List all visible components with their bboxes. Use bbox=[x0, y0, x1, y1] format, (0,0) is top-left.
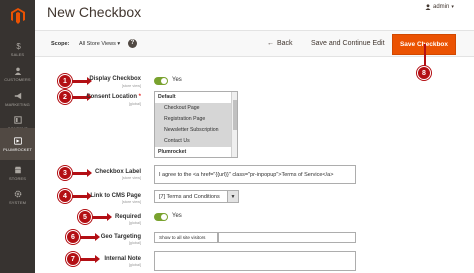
geo-targeting-scope: [global] bbox=[128, 241, 141, 245]
page-actions-bar: Scope: All Store Views ▾ ? ← Back Save a… bbox=[35, 30, 474, 57]
admin-sidebar: $ Sales Customers Marketing Content Plum… bbox=[0, 0, 35, 273]
annotation-number: 8 bbox=[417, 66, 431, 80]
user-icon bbox=[425, 4, 431, 10]
chevron-down-icon: ▾ bbox=[117, 41, 121, 47]
cms-page-scope: [store view] bbox=[121, 200, 141, 204]
cms-page-label: Link to CMS Page bbox=[90, 193, 141, 199]
cms-page-select[interactable]: [7] Terms and Conditions ▼ bbox=[154, 190, 239, 203]
person-icon bbox=[14, 67, 21, 75]
scope-switcher-value: All Store Views bbox=[79, 41, 116, 47]
scrollbar[interactable] bbox=[231, 92, 237, 157]
store-icon bbox=[14, 166, 21, 173]
sidebar-item-plumrocket[interactable]: Plumrocket bbox=[0, 128, 35, 160]
save-and-continue-button[interactable]: Save and Continue Edit bbox=[311, 40, 385, 47]
back-button-label: Back bbox=[277, 40, 293, 47]
consent-location-scope: [global] bbox=[128, 102, 141, 106]
optgroup-plumrocket: Plumrocket bbox=[158, 149, 187, 155]
sidebar-item-label: Sales bbox=[10, 51, 25, 57]
consent-location-multiselect[interactable]: Default Checkout Page Registration Page … bbox=[154, 91, 238, 158]
option-checkout-page[interactable]: Checkout Page bbox=[155, 103, 237, 114]
required-scope: [global] bbox=[128, 221, 141, 225]
internal-note-label: Internal Note bbox=[104, 256, 141, 262]
sidebar-item-label: Marketing bbox=[5, 101, 30, 107]
back-button[interactable]: ← Back bbox=[267, 40, 293, 47]
plumrocket-icon bbox=[13, 136, 22, 145]
megaphone-icon bbox=[14, 92, 21, 99]
annotation-connector bbox=[424, 44, 426, 66]
sidebar-item-label: Customers bbox=[4, 76, 31, 82]
required-toggle[interactable] bbox=[154, 213, 168, 221]
geo-targeting-countries-input[interactable] bbox=[218, 232, 356, 243]
display-checkbox-toggle[interactable] bbox=[154, 77, 168, 85]
svg-text:$: $ bbox=[16, 42, 21, 50]
layout-icon bbox=[13, 115, 22, 124]
admin-username: admin bbox=[433, 4, 450, 10]
checkbox-label-input[interactable]: I agree to the <a href="{{url}}" class="… bbox=[154, 165, 356, 184]
geo-targeting-label: Geo Targeting bbox=[100, 234, 141, 240]
chevron-down-icon: ▼ bbox=[227, 191, 238, 202]
arrow-left-icon: ← bbox=[267, 40, 274, 47]
sidebar-item-system[interactable]: System bbox=[0, 181, 35, 213]
admin-user-menu[interactable]: admin ▾ bbox=[425, 4, 454, 10]
help-icon[interactable]: ? bbox=[128, 39, 137, 48]
checkbox-label-label: Checkbox Label bbox=[94, 169, 141, 175]
scrollbar-thumb[interactable] bbox=[233, 100, 237, 130]
option-registration-page[interactable]: Registration Page bbox=[155, 114, 237, 125]
page-title: New Checkbox bbox=[47, 4, 142, 20]
sidebar-item-label: Plumrocket bbox=[3, 146, 32, 152]
gear-icon bbox=[14, 190, 21, 197]
magento-logo-icon[interactable] bbox=[0, 0, 35, 32]
required-value: Yes bbox=[172, 213, 182, 219]
required-label: Required bbox=[114, 214, 141, 220]
checkbox-label-scope: [store view] bbox=[121, 176, 141, 180]
option-contact-us[interactable]: Contact Us bbox=[155, 136, 237, 147]
sidebar-item-label: Stores bbox=[9, 175, 26, 181]
internal-note-scope: [global] bbox=[128, 263, 141, 267]
cms-page-select-value: [7] Terms and Conditions bbox=[159, 193, 220, 200]
option-newsletter-subscription[interactable]: Newsletter Subscription bbox=[155, 125, 237, 136]
required-asterisk: * bbox=[138, 94, 141, 100]
display-checkbox-label: Display Checkbox bbox=[89, 76, 141, 82]
display-checkbox-value: Yes bbox=[172, 77, 182, 83]
display-checkbox-scope: [store view] bbox=[121, 84, 141, 88]
consent-location-label: Consent Location * bbox=[41, 94, 141, 100]
internal-note-textarea[interactable] bbox=[154, 251, 356, 271]
optgroup-default: Default bbox=[158, 94, 176, 100]
dollar-icon: $ bbox=[16, 42, 21, 50]
geo-targeting-select[interactable]: Show to all site visitors bbox=[154, 232, 218, 243]
sidebar-item-label: System bbox=[8, 199, 27, 205]
chevron-down-icon: ▾ bbox=[451, 4, 454, 10]
consent-location-label-text: Consent Location bbox=[86, 94, 137, 100]
scope-switcher[interactable]: All Store Views ▾ bbox=[79, 41, 120, 47]
annotation-marker-8: 8 bbox=[417, 66, 431, 80]
scope-label: Scope: bbox=[51, 41, 70, 47]
